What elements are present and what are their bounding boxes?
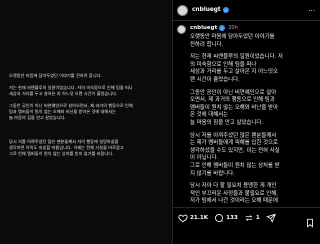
image-text-line: 그로 인해 멤버들이 원치 않는 상처를 받지 않기를 바랍니다. [9, 151, 114, 156]
save-button[interactable] [305, 213, 315, 232]
caption-verified-badge-icon: ✓ [219, 25, 226, 31]
repost-button[interactable]: 1 [244, 213, 260, 223]
caption-line: 온 것에 대해서는 [190, 112, 229, 119]
caption: cnbluegt ✓ 20h 오랫동안 마음에 담아두었던 이야기를 전하려 합니… [177, 25, 317, 205]
post-image: 오랫동안 마음에 담아두었던 이야기를 전하려 합니다. 저는 현재 씨엔블루의 … [0, 0, 172, 244]
share-icon [265, 213, 276, 223]
comment-button[interactable]: 133 [214, 213, 238, 223]
caption-line: 지 않기를 바랍니다. [190, 170, 235, 177]
caption-line: 당시 저를 아껴주셨던 많은 팬분들께서 [190, 132, 277, 139]
post-detail-panel: cnbluegt ✓ ··· cnbluegt ✓ 20h 오랫동안 마음에 담… [173, 0, 320, 244]
like-count: 21.1K [190, 215, 209, 221]
caption-line: 랜 시간이 흘렀습니다. [190, 76, 240, 83]
caption-line: 이 아닙니다. [190, 155, 219, 162]
caption-line: 오면서, 제 과거의 행동으로 인해 팀과 [190, 97, 275, 104]
bookmark-icon [307, 218, 313, 228]
verified-badge-icon: ✓ [222, 7, 229, 13]
header-username[interactable]: cnbluegt [192, 7, 221, 13]
caption-line: 세상과 거리를 두고 살아온 지 어느덧오 [190, 69, 278, 76]
share-button[interactable] [265, 213, 276, 223]
avatar[interactable] [177, 4, 188, 16]
actions-bar: 21.1K 133 1 [173, 207, 320, 244]
caption-avatar[interactable] [177, 25, 186, 34]
comment-icon [215, 214, 224, 222]
caption-line: 오랫동안 마음에 담아두었던 이야기를 [190, 34, 275, 40]
repost-count: 1 [255, 215, 260, 221]
caption-line: 저는 현재 씨엔블루의 일원이었습니다. 저 [190, 54, 283, 61]
caption-text: 오랫동안 마음에 담아두었던 이야기를 전하려 합니다. 저는 현재 씨엔블루의 일… [190, 34, 317, 205]
comment-count: 133 [226, 215, 238, 221]
post-time: 20h [228, 25, 238, 31]
caption-line: 는 제가 멤버들에게 피해를 입힌 것으로 [190, 140, 278, 147]
heart-icon [178, 214, 188, 223]
caption-line: 당시 자아 다 할 필요치 용맹한 게 개인 [190, 183, 277, 190]
like-button[interactable]: 21.1K [178, 213, 208, 223]
caption-username[interactable]: cnbluegt [190, 25, 217, 31]
caption-line: 그로 인해 멤버들이 원치 않는 상처를 받 [190, 162, 280, 169]
repost-icon [245, 215, 253, 221]
more-options-icon[interactable]: ··· [308, 7, 315, 15]
caption-line: 전하려 합니다. [190, 41, 224, 48]
caption-line: 저가 팀에서 나간 것이라는 오해 때문에 [190, 198, 278, 205]
caption-line: 늘 마음의 짐을 안고 살았습니다. [190, 119, 264, 126]
post-header: cnbluegt ✓ ··· [173, 0, 320, 21]
